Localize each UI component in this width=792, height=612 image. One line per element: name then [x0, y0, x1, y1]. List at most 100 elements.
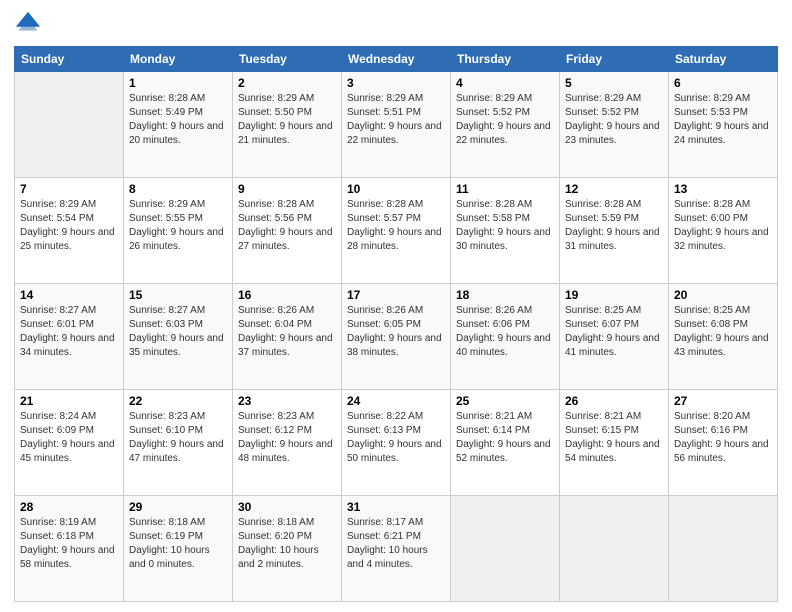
- day-info: Sunrise: 8:29 AMSunset: 5:55 PMDaylight:…: [129, 198, 227, 254]
- weekday-header-friday: Friday: [560, 47, 669, 72]
- calendar-day-cell: 12 Sunrise: 8:28 AMSunset: 5:59 PMDayligh…: [560, 178, 669, 284]
- day-info: Sunrise: 8:29 AMSunset: 5:51 PMDaylight:…: [347, 92, 445, 148]
- calendar-day-cell: 17 Sunrise: 8:26 AMSunset: 6:05 PMDayligh…: [342, 284, 451, 390]
- calendar-day-cell: 11 Sunrise: 8:28 AMSunset: 5:58 PMDayligh…: [451, 178, 560, 284]
- logo-icon: [14, 10, 42, 38]
- calendar-week-row: 21Sunrise: 8:24 AMSunset: 6:09 PMDayligh…: [15, 390, 778, 496]
- calendar-day-cell: 26 Sunrise: 8:21 AMSunset: 6:15 PMDayligh…: [560, 390, 669, 496]
- day-number: 26: [565, 394, 663, 408]
- weekday-header-thursday: Thursday: [451, 47, 560, 72]
- day-number: 18: [456, 288, 554, 302]
- day-number: 13: [674, 182, 772, 196]
- day-number: 25: [456, 394, 554, 408]
- day-number: 24: [347, 394, 445, 408]
- calendar-table: SundayMondayTuesdayWednesdayThursdayFrid…: [14, 46, 778, 602]
- day-number: 9: [238, 182, 336, 196]
- calendar-day-cell: 16 Sunrise: 8:26 AMSunset: 6:04 PMDayligh…: [233, 284, 342, 390]
- day-number: 2: [238, 76, 336, 90]
- day-number: 23: [238, 394, 336, 408]
- calendar-day-cell: [451, 496, 560, 602]
- day-number: 15: [129, 288, 227, 302]
- weekday-header-saturday: Saturday: [669, 47, 778, 72]
- day-number: 31: [347, 500, 445, 514]
- day-info: Sunrise: 8:28 AMSunset: 5:57 PMDaylight:…: [347, 198, 445, 254]
- day-info: Sunrise: 8:24 AMSunset: 6:09 PMDaylight:…: [20, 410, 118, 466]
- weekday-header-wednesday: Wednesday: [342, 47, 451, 72]
- day-number: 19: [565, 288, 663, 302]
- day-number: 27: [674, 394, 772, 408]
- calendar-day-cell: 23 Sunrise: 8:23 AMSunset: 6:12 PMDayligh…: [233, 390, 342, 496]
- calendar-day-cell: 10 Sunrise: 8:28 AMSunset: 5:57 PMDayligh…: [342, 178, 451, 284]
- day-info: Sunrise: 8:29 AMSunset: 5:52 PMDaylight:…: [565, 92, 663, 148]
- day-number: 4: [456, 76, 554, 90]
- day-number: 1: [129, 76, 227, 90]
- calendar-day-cell: 8Sunrise: 8:29 AMSunset: 5:55 PMDaylight…: [124, 178, 233, 284]
- day-number: 12: [565, 182, 663, 196]
- calendar-week-row: 1 Sunrise: 8:28 AMSunset: 5:49 PMDaylight…: [15, 72, 778, 178]
- weekday-header-tuesday: Tuesday: [233, 47, 342, 72]
- day-info: Sunrise: 8:29 AMSunset: 5:50 PMDaylight:…: [238, 92, 336, 148]
- day-number: 10: [347, 182, 445, 196]
- calendar-week-row: 7 Sunrise: 8:29 AMSunset: 5:54 PMDaylight…: [15, 178, 778, 284]
- calendar-day-cell: 20Sunrise: 8:25 AMSunset: 6:08 PMDayligh…: [669, 284, 778, 390]
- day-number: 22: [129, 394, 227, 408]
- day-info: Sunrise: 8:28 AMSunset: 6:00 PMDaylight:…: [674, 198, 772, 254]
- weekday-header-sunday: Sunday: [15, 47, 124, 72]
- day-number: 3: [347, 76, 445, 90]
- calendar-container: SundayMondayTuesdayWednesdayThursdayFrid…: [0, 0, 792, 612]
- day-number: 16: [238, 288, 336, 302]
- calendar-day-cell: 13 Sunrise: 8:28 AMSunset: 6:00 PMDayligh…: [669, 178, 778, 284]
- calendar-day-cell: [669, 496, 778, 602]
- day-info: Sunrise: 8:19 AMSunset: 6:18 PMDaylight:…: [20, 516, 118, 572]
- header: [14, 10, 778, 38]
- calendar-day-cell: 18 Sunrise: 8:26 AMSunset: 6:06 PMDayligh…: [451, 284, 560, 390]
- calendar-day-cell: 6Sunrise: 8:29 AMSunset: 5:53 PMDaylight…: [669, 72, 778, 178]
- calendar-day-cell: 5 Sunrise: 8:29 AMSunset: 5:52 PMDaylight…: [560, 72, 669, 178]
- calendar-day-cell: [15, 72, 124, 178]
- day-info: Sunrise: 8:23 AMSunset: 6:12 PMDaylight:…: [238, 410, 336, 466]
- calendar-day-cell: 19 Sunrise: 8:25 AMSunset: 6:07 PMDayligh…: [560, 284, 669, 390]
- logo: [14, 10, 46, 38]
- day-number: 5: [565, 76, 663, 90]
- day-info: Sunrise: 8:27 AMSunset: 6:03 PMDaylight:…: [129, 304, 227, 360]
- calendar-day-cell: [560, 496, 669, 602]
- day-info: Sunrise: 8:26 AMSunset: 6:06 PMDaylight:…: [456, 304, 554, 360]
- day-info: Sunrise: 8:28 AMSunset: 5:49 PMDaylight:…: [129, 92, 227, 148]
- day-info: Sunrise: 8:18 AMSunset: 6:19 PMDaylight:…: [129, 516, 227, 572]
- day-info: Sunrise: 8:26 AMSunset: 6:04 PMDaylight:…: [238, 304, 336, 360]
- day-number: 7: [20, 182, 118, 196]
- day-info: Sunrise: 8:26 AMSunset: 6:05 PMDaylight:…: [347, 304, 445, 360]
- day-info: Sunrise: 8:22 AMSunset: 6:13 PMDaylight:…: [347, 410, 445, 466]
- day-info: Sunrise: 8:25 AMSunset: 6:07 PMDaylight:…: [565, 304, 663, 360]
- calendar-day-cell: 29 Sunrise: 8:18 AMSunset: 6:19 PMDayligh…: [124, 496, 233, 602]
- calendar-day-cell: 3 Sunrise: 8:29 AMSunset: 5:51 PMDaylight…: [342, 72, 451, 178]
- day-info: Sunrise: 8:28 AMSunset: 5:59 PMDaylight:…: [565, 198, 663, 254]
- day-info: Sunrise: 8:29 AMSunset: 5:52 PMDaylight:…: [456, 92, 554, 148]
- calendar-day-cell: 7 Sunrise: 8:29 AMSunset: 5:54 PMDaylight…: [15, 178, 124, 284]
- calendar-day-cell: 1 Sunrise: 8:28 AMSunset: 5:49 PMDaylight…: [124, 72, 233, 178]
- calendar-day-cell: 27Sunrise: 8:20 AMSunset: 6:16 PMDayligh…: [669, 390, 778, 496]
- calendar-day-cell: 22Sunrise: 8:23 AMSunset: 6:10 PMDayligh…: [124, 390, 233, 496]
- calendar-day-cell: 14Sunrise: 8:27 AMSunset: 6:01 PMDayligh…: [15, 284, 124, 390]
- calendar-day-cell: 28 Sunrise: 8:19 AMSunset: 6:18 PMDayligh…: [15, 496, 124, 602]
- day-number: 11: [456, 182, 554, 196]
- day-info: Sunrise: 8:28 AMSunset: 5:56 PMDaylight:…: [238, 198, 336, 254]
- day-info: Sunrise: 8:28 AMSunset: 5:58 PMDaylight:…: [456, 198, 554, 254]
- day-info: Sunrise: 8:18 AMSunset: 6:20 PMDaylight:…: [238, 516, 336, 572]
- day-info: Sunrise: 8:29 AMSunset: 5:54 PMDaylight:…: [20, 198, 118, 254]
- calendar-day-cell: 2 Sunrise: 8:29 AMSunset: 5:50 PMDaylight…: [233, 72, 342, 178]
- day-info: Sunrise: 8:25 AMSunset: 6:08 PMDaylight:…: [674, 304, 772, 360]
- calendar-week-row: 14Sunrise: 8:27 AMSunset: 6:01 PMDayligh…: [15, 284, 778, 390]
- day-number: 17: [347, 288, 445, 302]
- calendar-day-cell: 31Sunrise: 8:17 AMSunset: 6:21 PMDayligh…: [342, 496, 451, 602]
- day-number: 29: [129, 500, 227, 514]
- day-number: 14: [20, 288, 118, 302]
- day-info: Sunrise: 8:29 AMSunset: 5:53 PMDaylight:…: [674, 92, 772, 148]
- calendar-day-cell: 4 Sunrise: 8:29 AMSunset: 5:52 PMDaylight…: [451, 72, 560, 178]
- calendar-day-cell: 25Sunrise: 8:21 AMSunset: 6:14 PMDayligh…: [451, 390, 560, 496]
- calendar-day-cell: 24 Sunrise: 8:22 AMSunset: 6:13 PMDayligh…: [342, 390, 451, 496]
- day-number: 28: [20, 500, 118, 514]
- calendar-day-cell: 15 Sunrise: 8:27 AMSunset: 6:03 PMDayligh…: [124, 284, 233, 390]
- calendar-week-row: 28 Sunrise: 8:19 AMSunset: 6:18 PMDayligh…: [15, 496, 778, 602]
- day-info: Sunrise: 8:21 AMSunset: 6:15 PMDaylight:…: [565, 410, 663, 466]
